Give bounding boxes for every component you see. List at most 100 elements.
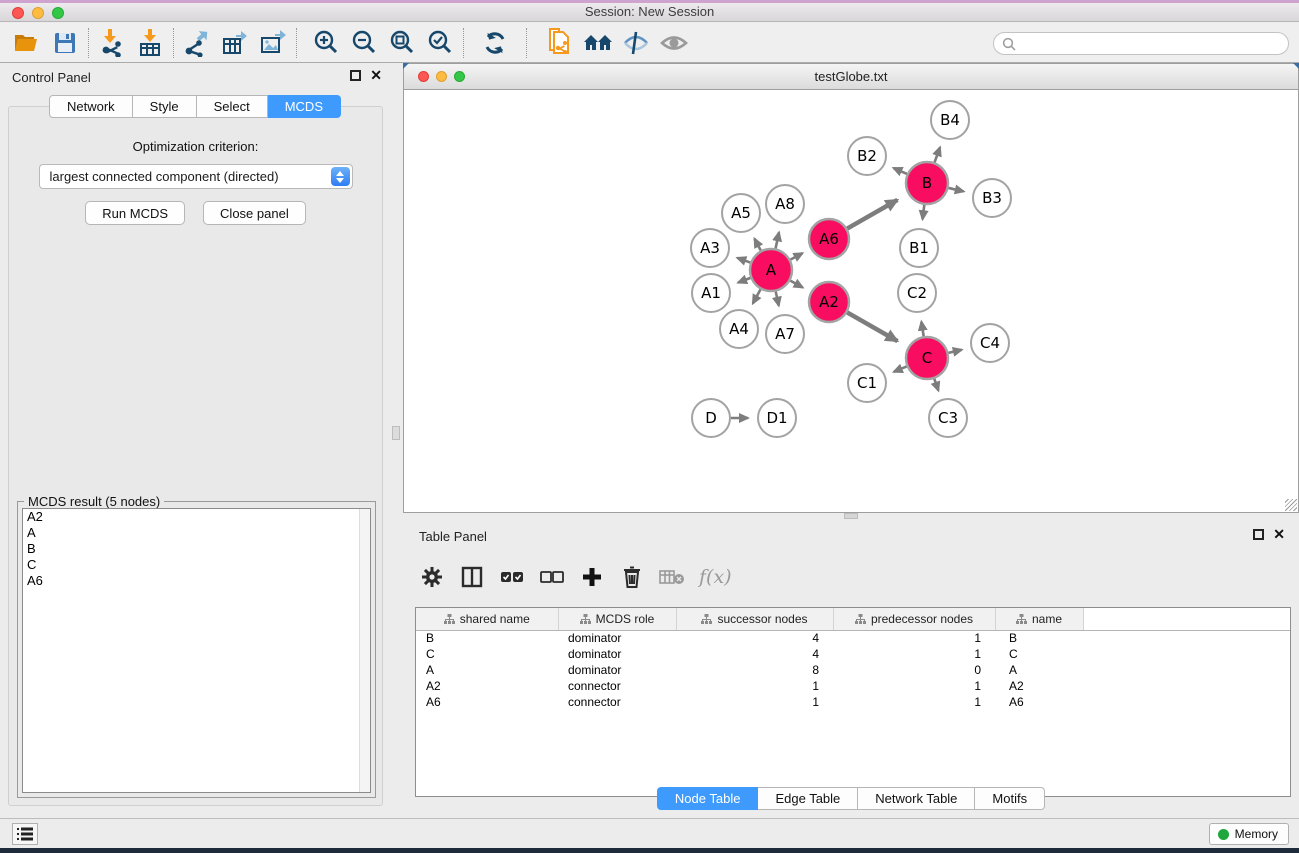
function-builder-icon[interactable]: f(x) xyxy=(699,566,732,588)
tab-network-table[interactable]: Network Table xyxy=(858,787,975,810)
mcds-result-item[interactable]: B xyxy=(23,541,370,557)
split-divider-vertical[interactable] xyxy=(390,63,403,818)
graph-edge[interactable] xyxy=(934,379,938,391)
graph-edge[interactable] xyxy=(923,205,925,219)
tab-network[interactable]: Network xyxy=(49,95,133,118)
tab-motifs[interactable]: Motifs xyxy=(975,787,1045,810)
resize-grip-icon[interactable] xyxy=(1285,499,1297,511)
table-cell[interactable]: C xyxy=(995,646,1083,662)
table-cell[interactable]: dominator xyxy=(558,630,676,646)
column-header[interactable]: predecessor nodes xyxy=(833,608,995,630)
save-session-icon[interactable] xyxy=(46,27,84,59)
divider-collapse-handle[interactable] xyxy=(392,426,400,440)
table-cell[interactable]: 1 xyxy=(833,694,995,710)
graph-edge[interactable] xyxy=(790,281,802,288)
export-image-icon[interactable] xyxy=(254,27,292,59)
column-header[interactable]: successor nodes xyxy=(676,608,833,630)
table-row[interactable]: A2connector11A2 xyxy=(416,678,1290,694)
deselect-all-icon[interactable] xyxy=(539,564,565,590)
tab-node-table[interactable]: Node Table xyxy=(657,787,759,810)
graph-edge[interactable] xyxy=(894,366,907,371)
tab-mcds[interactable]: MCDS xyxy=(268,95,341,118)
tab-select[interactable]: Select xyxy=(197,95,268,118)
zoom-fit-icon[interactable] xyxy=(383,27,421,59)
memory-button[interactable]: Memory xyxy=(1209,823,1289,845)
graph-edge[interactable] xyxy=(790,253,802,259)
network-graph[interactable]: AA1A2A3A4A5A6A7A8BB1B2B3B4CC1C2C3C4DD1 xyxy=(404,90,1298,512)
graph-edge[interactable] xyxy=(776,232,779,248)
export-table-icon[interactable] xyxy=(216,27,254,59)
task-history-button[interactable] xyxy=(12,823,38,845)
graph-edge[interactable] xyxy=(948,188,963,192)
column-header[interactable]: name xyxy=(995,608,1083,630)
table-cell[interactable]: dominator xyxy=(558,646,676,662)
select-all-icon[interactable] xyxy=(499,564,525,590)
table-row[interactable]: Adominator80A xyxy=(416,662,1290,678)
column-header[interactable]: shared name xyxy=(416,608,558,630)
delete-column-icon[interactable] xyxy=(619,564,645,590)
close-panel-icon[interactable]: ✕ xyxy=(1273,529,1285,540)
graph-edge[interactable] xyxy=(948,350,961,353)
column-header[interactable]: MCDS role xyxy=(558,608,676,630)
column-mode-icon[interactable] xyxy=(459,564,485,590)
refresh-icon[interactable] xyxy=(476,27,514,59)
close-panel-icon[interactable]: ✕ xyxy=(370,70,382,81)
graph-edge[interactable] xyxy=(893,168,906,174)
table-cell[interactable]: connector xyxy=(558,678,676,694)
network-window-titlebar[interactable]: testGlobe.txt xyxy=(403,63,1299,89)
import-network-icon[interactable] xyxy=(93,27,131,59)
scrollbar[interactable] xyxy=(359,509,370,792)
table-cell[interactable]: A6 xyxy=(995,694,1083,710)
mcds-result-item[interactable]: A6 xyxy=(23,573,370,589)
table-cell[interactable]: 1 xyxy=(676,678,833,694)
graph-edge[interactable] xyxy=(755,239,761,251)
table-cell[interactable]: A2 xyxy=(416,678,558,694)
tab-edge-table[interactable]: Edge Table xyxy=(758,787,858,810)
table-cell[interactable]: 4 xyxy=(676,646,833,662)
table-row[interactable]: A6connector11A6 xyxy=(416,694,1290,710)
mcds-result-list[interactable]: A2ABCA6 xyxy=(22,508,371,793)
table-cell[interactable]: B xyxy=(995,630,1083,646)
node-table[interactable]: shared nameMCDS rolesuccessor nodesprede… xyxy=(415,607,1291,797)
table-cell[interactable]: C xyxy=(416,646,558,662)
export-network-icon[interactable] xyxy=(178,27,216,59)
float-panel-icon[interactable] xyxy=(350,70,361,81)
table-cell[interactable]: 8 xyxy=(676,662,833,678)
graph-edge[interactable] xyxy=(738,278,750,283)
network-canvas[interactable]: AA1A2A3A4A5A6A7A8BB1B2B3B4CC1C2C3C4DD1 xyxy=(403,89,1299,513)
table-row[interactable]: Bdominator41B xyxy=(416,630,1290,646)
table-cell[interactable]: A xyxy=(995,662,1083,678)
add-column-icon[interactable] xyxy=(579,564,605,590)
search-field[interactable] xyxy=(993,32,1289,55)
table-cell[interactable]: connector xyxy=(558,694,676,710)
close-panel-button[interactable]: Close panel xyxy=(203,201,306,225)
run-mcds-button[interactable]: Run MCDS xyxy=(85,201,185,225)
tab-style[interactable]: Style xyxy=(133,95,197,118)
table-cell[interactable]: A6 xyxy=(416,694,558,710)
table-cell[interactable]: dominator xyxy=(558,662,676,678)
destroy-table-icon[interactable] xyxy=(659,564,685,590)
zoom-selected-icon[interactable] xyxy=(421,27,459,59)
open-session-icon[interactable] xyxy=(8,27,46,59)
graph-edge[interactable] xyxy=(753,289,761,303)
mcds-result-item[interactable]: A2 xyxy=(23,509,370,525)
table-cell[interactable]: 0 xyxy=(833,662,995,678)
float-panel-icon[interactable] xyxy=(1253,529,1264,540)
graph-edge[interactable] xyxy=(935,147,941,162)
table-cell[interactable]: 1 xyxy=(833,646,995,662)
settings-gear-icon[interactable] xyxy=(419,564,445,590)
graph-edge[interactable] xyxy=(847,312,897,341)
table-cell[interactable]: 1 xyxy=(833,630,995,646)
criterion-dropdown[interactable]: largest connected component (directed) xyxy=(39,164,353,189)
first-neighbors-icon[interactable] xyxy=(579,27,617,59)
new-network-from-selection-icon[interactable] xyxy=(541,27,579,59)
table-cell[interactable]: 1 xyxy=(833,678,995,694)
graph-edge[interactable] xyxy=(847,200,897,229)
table-cell[interactable]: B xyxy=(416,630,558,646)
mcds-result-item[interactable]: A xyxy=(23,525,370,541)
mcds-result-item[interactable]: C xyxy=(23,557,370,573)
graph-edge[interactable] xyxy=(921,322,923,337)
search-input[interactable] xyxy=(1016,35,1288,53)
zoom-out-icon[interactable] xyxy=(345,27,383,59)
hide-selected-icon[interactable] xyxy=(617,27,655,59)
